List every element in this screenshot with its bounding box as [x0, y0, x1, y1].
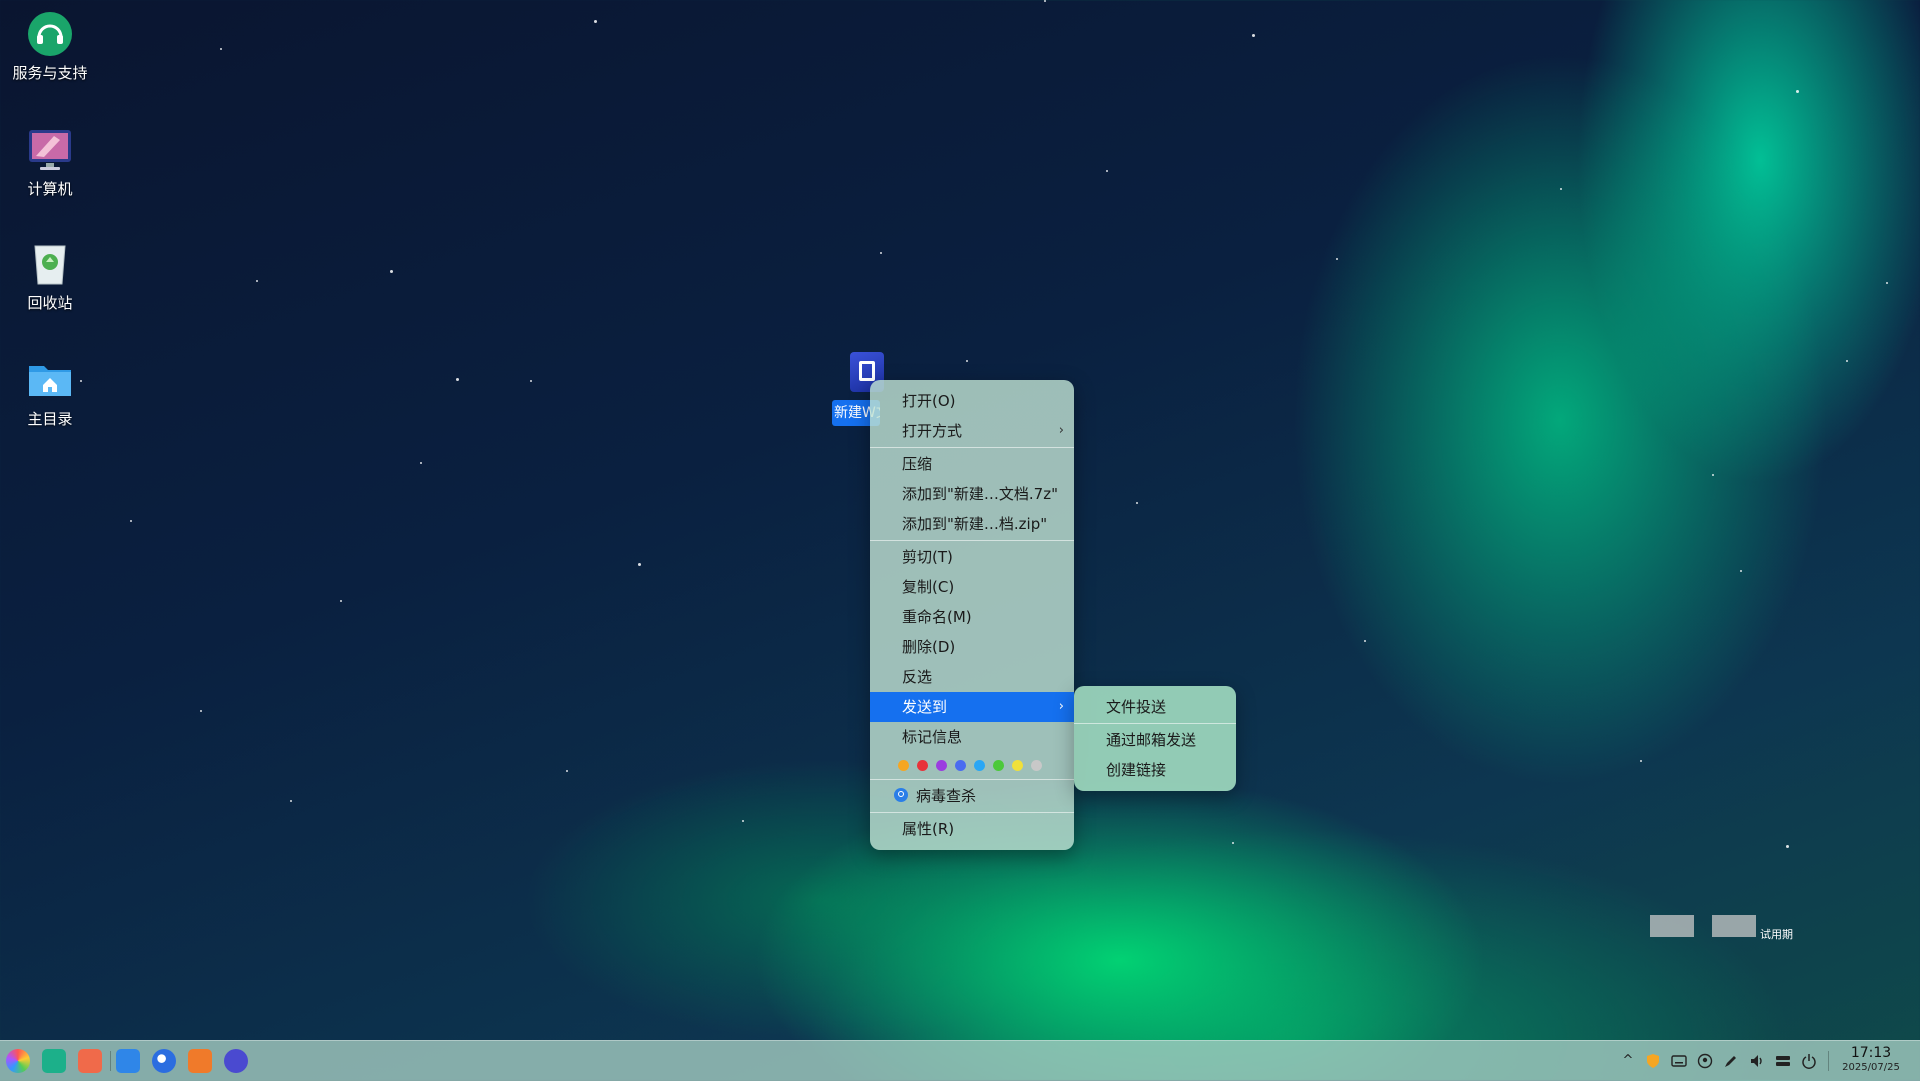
- volume-icon[interactable]: [1749, 1053, 1765, 1069]
- tag-color-dot[interactable]: [917, 759, 928, 771]
- tag-color-dot[interactable]: [898, 759, 909, 771]
- submenu-item-send-by-email[interactable]: 通过邮箱发送: [1074, 725, 1236, 755]
- menu-item-copy[interactable]: 复制(C): [870, 572, 1074, 602]
- computer-icon: [26, 126, 74, 174]
- watermark-text: 试用期: [1760, 928, 1793, 941]
- menu-item-label: 添加到"新建…文档.7z": [902, 485, 1058, 503]
- menu-item-send-to[interactable]: 发送到 ›: [870, 692, 1074, 722]
- desktop-icon-computer[interactable]: 计算机: [0, 126, 100, 199]
- tag-color-row: [870, 752, 1074, 778]
- app-store-icon[interactable]: [78, 1049, 102, 1073]
- taskbar-separator: [110, 1051, 111, 1071]
- taskbar-separator: [1828, 1051, 1829, 1071]
- activation-watermark-block: [1712, 915, 1756, 937]
- keyboard-icon[interactable]: [1671, 1053, 1687, 1069]
- menu-item-delete[interactable]: 删除(D): [870, 632, 1074, 662]
- tag-color-dot[interactable]: [974, 759, 985, 771]
- menu-item-label: 剪切(T): [902, 548, 953, 566]
- menu-item-open-with[interactable]: 打开方式 ›: [870, 416, 1074, 446]
- file-manager-icon[interactable]: [116, 1049, 140, 1073]
- menu-item-label: 创建链接: [1106, 761, 1167, 779]
- menu-item-label: 病毒查杀: [916, 787, 977, 805]
- settings-icon[interactable]: [224, 1049, 248, 1073]
- desktop-icon-home[interactable]: 主目录: [0, 356, 100, 429]
- menu-item-label: 打开方式: [902, 422, 963, 440]
- tag-color-dot[interactable]: [993, 759, 1004, 771]
- context-menu: 打开(O) 打开方式 › 压缩 添加到"新建…文档.7z" 添加到"新建…档.zi…: [870, 380, 1074, 850]
- pen-icon[interactable]: [1723, 1053, 1739, 1069]
- menu-item-add-7z[interactable]: 添加到"新建…文档.7z": [870, 479, 1074, 509]
- account-icon[interactable]: [1697, 1053, 1713, 1069]
- security-shield-icon[interactable]: [1645, 1053, 1661, 1069]
- software-center-icon[interactable]: [188, 1049, 212, 1073]
- desktop-icon-label: 服务与支持: [12, 64, 88, 82]
- taskbar: ^ 17:13 2025/07/25: [0, 1040, 1920, 1081]
- menu-item-label: 反选: [902, 668, 933, 686]
- menu-separator: [870, 779, 1074, 780]
- antivirus-icon: [894, 787, 908, 802]
- menu-item-label: 重命名(M): [902, 608, 972, 626]
- chevron-right-icon: ›: [1058, 423, 1064, 438]
- menu-separator: [870, 812, 1074, 813]
- menu-item-label: 属性(R): [902, 820, 955, 838]
- menu-item-invert-selection[interactable]: 反选: [870, 662, 1074, 692]
- clock-date: 2025/07/25: [1842, 1062, 1900, 1073]
- submenu-item-create-link[interactable]: 创建链接: [1074, 755, 1236, 785]
- menu-item-label: 复制(C): [902, 578, 955, 596]
- menu-item-properties[interactable]: 属性(R): [870, 814, 1074, 844]
- menu-item-tag-info[interactable]: 标记信息: [870, 722, 1074, 752]
- browser-icon[interactable]: [152, 1049, 176, 1073]
- menu-separator: [1074, 723, 1236, 724]
- menu-item-label: 发送到: [902, 698, 948, 716]
- chevron-up-icon[interactable]: ^: [1620, 1053, 1636, 1069]
- desktop-icon-support[interactable]: 服务与支持: [0, 10, 100, 83]
- power-icon[interactable]: [1801, 1053, 1817, 1069]
- menu-item-rename[interactable]: 重命名(M): [870, 602, 1074, 632]
- clock-time: 17:13: [1850, 1045, 1892, 1061]
- support-icon: [26, 10, 74, 58]
- menu-item-label: 文件投送: [1106, 698, 1167, 716]
- menu-item-add-zip[interactable]: 添加到"新建…档.zip": [870, 509, 1074, 539]
- tag-color-dot[interactable]: [936, 759, 947, 771]
- clock[interactable]: 17:13 2025/07/25: [1836, 1045, 1906, 1075]
- activation-watermark-block: [1650, 915, 1694, 937]
- home-folder-icon: [26, 356, 74, 404]
- tag-color-dot[interactable]: [1012, 759, 1023, 771]
- desktop-icon-label: 计算机: [27, 180, 73, 198]
- menu-item-compress[interactable]: 压缩: [870, 449, 1074, 479]
- network-icon[interactable]: [1775, 1053, 1791, 1069]
- desktop-icon-label: 回收站: [27, 294, 73, 312]
- menu-item-label: 打开(O): [902, 392, 956, 410]
- menu-item-label: 压缩: [902, 455, 933, 473]
- menu-item-label: 添加到"新建…档.zip": [902, 515, 1048, 533]
- menu-item-label: 通过邮箱发送: [1106, 731, 1197, 749]
- tag-color-dot[interactable]: [1031, 759, 1042, 771]
- launcher-icon[interactable]: [6, 1049, 30, 1073]
- desktop-icon-label: 主目录: [27, 410, 73, 428]
- tag-color-dot[interactable]: [955, 759, 966, 771]
- chevron-right-icon: ›: [1058, 699, 1064, 714]
- menu-item-label: 删除(D): [902, 638, 956, 656]
- send-to-submenu: 文件投送 通过邮箱发送 创建链接: [1074, 686, 1236, 791]
- menu-item-open[interactable]: 打开(O): [870, 386, 1074, 416]
- trash-icon: [26, 240, 74, 288]
- menu-item-virus-scan[interactable]: 病毒查杀: [870, 781, 1074, 811]
- menu-separator: [870, 540, 1074, 541]
- multitasking-icon[interactable]: [42, 1049, 66, 1073]
- menu-item-label: 标记信息: [902, 728, 963, 746]
- submenu-item-file-delivery[interactable]: 文件投送: [1074, 692, 1236, 722]
- menu-item-cut[interactable]: 剪切(T): [870, 542, 1074, 572]
- menu-separator: [870, 447, 1074, 448]
- desktop-icon-trash[interactable]: 回收站: [0, 240, 100, 313]
